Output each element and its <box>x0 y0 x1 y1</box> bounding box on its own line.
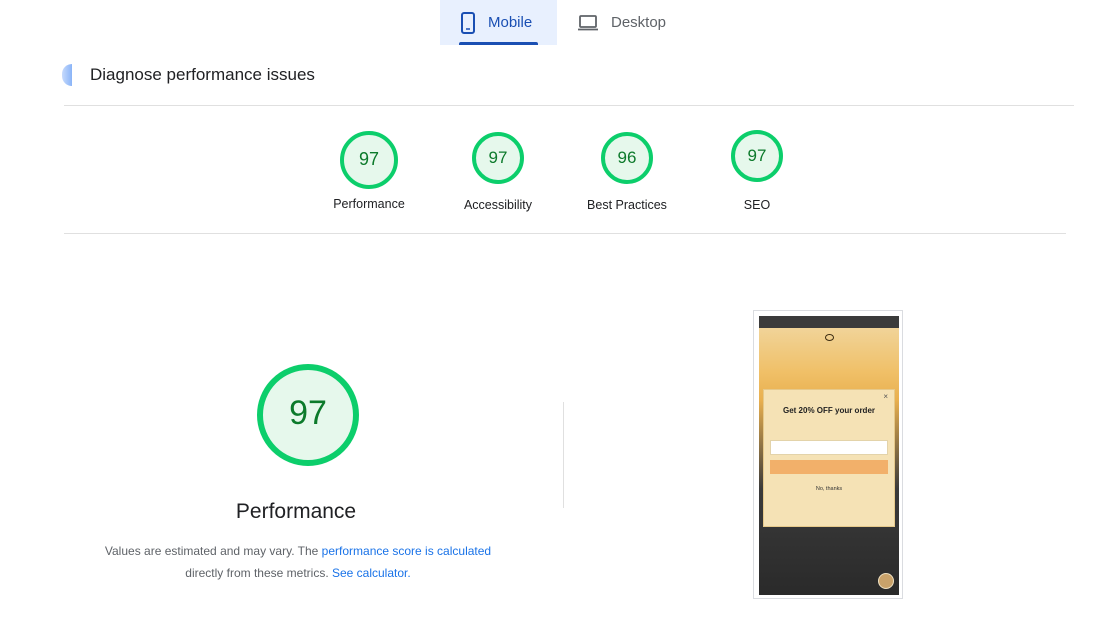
gauge-score: 97 <box>488 148 508 167</box>
section-title: Diagnose performance issues <box>90 65 315 84</box>
performance-score: 97 <box>289 394 327 432</box>
gauge-label: SEO <box>743 198 771 212</box>
final-screenshot: × Get 20% OFF your order No, thanks <box>753 310 903 599</box>
note-text-2: directly from these metrics. <box>185 566 332 580</box>
popup-subtext <box>776 420 882 432</box>
vertical-divider <box>563 402 564 508</box>
tab-mobile-label: Mobile <box>488 14 533 31</box>
gauge-label: Accessibility <box>463 198 533 212</box>
gauge-accessibility[interactable]: 97 Accessibility <box>438 130 558 212</box>
gauge-score: 97 <box>747 146 767 165</box>
performance-gauge-large: 97 <box>236 360 380 470</box>
tab-desktop[interactable]: Desktop <box>557 0 682 45</box>
badge-icon <box>878 573 894 589</box>
popup-button <box>770 460 888 474</box>
section-marker-icon <box>62 64 72 86</box>
gauge-performance[interactable]: 97 Performance <box>309 129 429 211</box>
popup-title: Get 20% OFF your order <box>782 406 876 415</box>
gauge-score: 97 <box>358 149 380 169</box>
performance-title: Performance <box>235 500 357 523</box>
note-text: Values are estimated and may vary. The <box>104 544 322 558</box>
divider <box>64 105 1074 106</box>
close-icon: × <box>883 392 888 401</box>
screenshot-image: × Get 20% OFF your order No, thanks <box>759 316 899 595</box>
score-calculated-link[interactable]: performance score is calculated <box>322 544 491 558</box>
tab-desktop-label: Desktop <box>611 14 667 31</box>
gauge-seo[interactable]: 97 SEO <box>697 128 817 212</box>
gauge-score: 96 <box>617 148 637 167</box>
gauge-label: Performance <box>333 197 405 211</box>
diagnose-header: Diagnose performance issues <box>62 64 315 86</box>
screenshot-popup: × Get 20% OFF your order No, thanks <box>763 389 895 527</box>
laptop-icon <box>577 14 599 32</box>
screenshot-topbar <box>759 316 899 328</box>
popup-fineprint <box>772 498 886 508</box>
tab-mobile[interactable]: Mobile <box>440 0 557 45</box>
gauge-label: Best Practices <box>587 198 667 212</box>
see-calculator-link[interactable]: See calculator. <box>332 566 411 580</box>
popup-input <box>770 440 888 455</box>
screenshot-logo <box>759 334 899 341</box>
popup-no-thanks: No, thanks <box>815 486 843 492</box>
divider <box>64 233 1066 234</box>
device-tabs: Mobile Desktop <box>440 0 682 45</box>
performance-note: Values are estimated and may vary. The p… <box>60 540 536 584</box>
gauge-best-practices[interactable]: 96 Best Practices <box>567 130 687 212</box>
smartphone-icon <box>460 11 476 34</box>
